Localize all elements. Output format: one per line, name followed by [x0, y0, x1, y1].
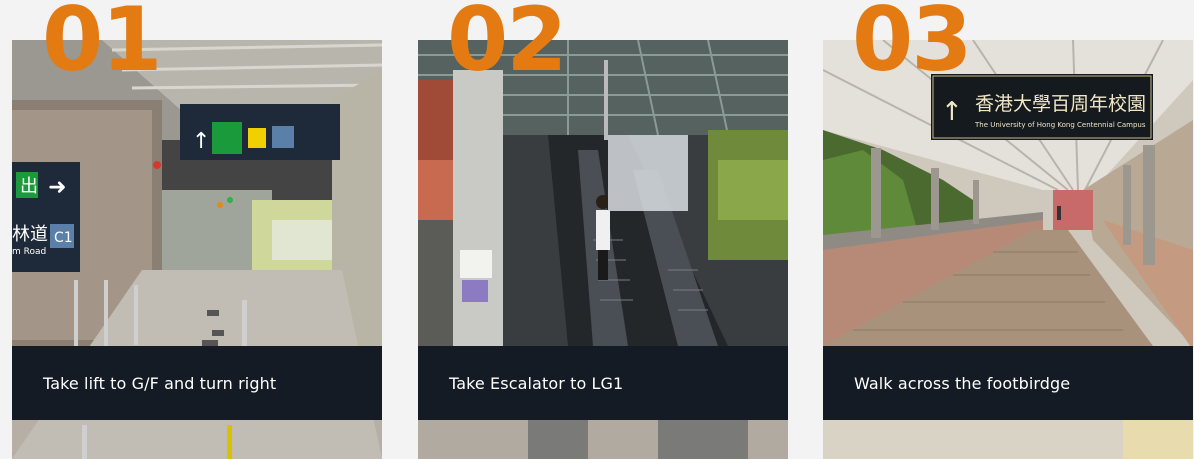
directions-page: 01 02 03 ↑ 出 ➜ 林道 m Road C1 Take lift to… — [0, 0, 1194, 459]
step-caption: Take lift to G/F and turn right — [43, 373, 277, 393]
step-number-2: 02 — [447, 0, 567, 91]
step-card-2: Take Escalator to LG1 — [418, 40, 788, 459]
caption-band: Take lift to G/F and turn right — [12, 346, 382, 420]
caption-band: Take Escalator to LG1 — [418, 346, 788, 420]
step-card-1: ↑ 出 ➜ 林道 m Road C1 Take lift to G/F and … — [12, 40, 382, 459]
step-card-3: ↑ 香港大學百周年校園 The University of Hong Kong … — [823, 40, 1193, 459]
step-number-1: 01 — [42, 0, 162, 91]
road-sign-zh: 林道 — [12, 224, 48, 245]
step-caption: Take Escalator to LG1 — [449, 373, 624, 393]
road-sign-en: m Road — [12, 247, 46, 257]
campus-sign-zh: 香港大學百周年校園 — [975, 93, 1146, 115]
svg-text:↑: ↑ — [192, 129, 210, 154]
campus-sign-en: The University of Hong Kong Centennial C… — [974, 121, 1146, 129]
caption-band: Walk across the footbirdge — [823, 346, 1193, 420]
step-caption: Walk across the footbirdge — [854, 373, 1071, 393]
svg-text:↑: ↑ — [941, 97, 963, 127]
step-number-3: 03 — [852, 0, 972, 91]
exit-code-sign: C1 — [54, 230, 73, 246]
exit-sign-zh: 出 — [20, 176, 38, 197]
svg-text:➜: ➜ — [48, 175, 66, 200]
